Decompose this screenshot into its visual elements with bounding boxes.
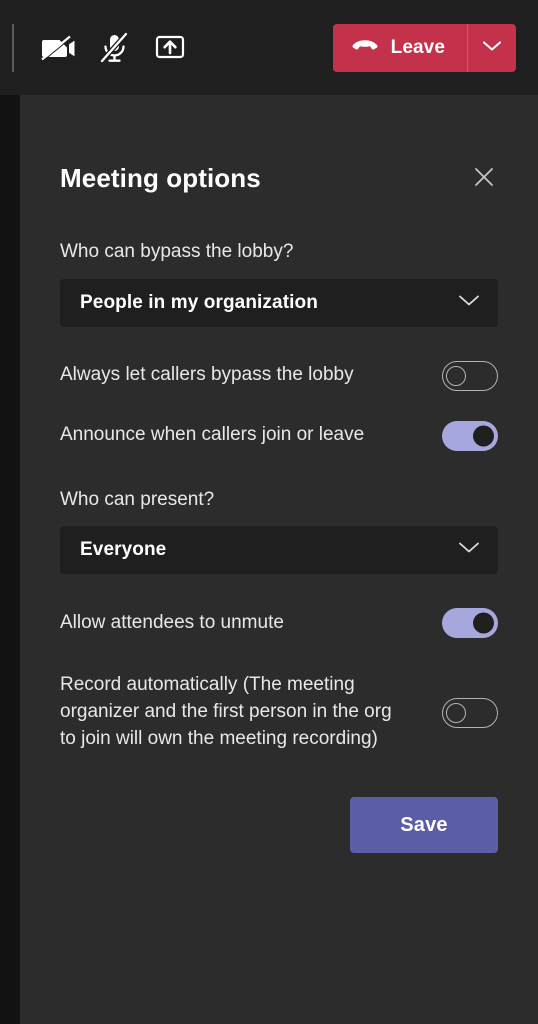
meeting-options-panel: Meeting options Who can bypass the lobby…: [20, 95, 538, 1024]
teams-meeting-window: Leave Meeting options Who can bypass the…: [0, 0, 538, 1024]
toggle-knob: [473, 612, 494, 634]
hangup-icon: [352, 39, 378, 56]
allow-unmute-label: Allow attendees to unmute: [60, 611, 284, 633]
always-bypass-row: Always let callers bypass the lobby: [60, 360, 498, 391]
chevron-down-icon: [482, 40, 502, 55]
bypass-lobby-group: Who can bypass the lobby? People in my o…: [60, 239, 498, 327]
mic-off-icon: [97, 31, 131, 64]
always-bypass-label: Always let callers bypass the lobby: [60, 364, 354, 386]
close-panel-button[interactable]: [466, 160, 502, 196]
chevron-down-icon: [458, 294, 480, 312]
bypass-lobby-label: Who can bypass the lobby?: [60, 241, 294, 262]
bypass-lobby-select[interactable]: People in my organization: [60, 278, 498, 327]
camera-toggle-button[interactable]: [30, 20, 86, 76]
who-can-present-group: Who can present? Everyone: [60, 487, 498, 575]
meeting-options-form: Who can bypass the lobby? People in my o…: [60, 196, 498, 854]
panel-header: Meeting options: [60, 95, 498, 196]
leave-button-label: Leave: [390, 37, 445, 58]
chevron-down-icon: [458, 541, 480, 559]
call-control-toolbar: Leave: [0, 0, 538, 95]
share-screen-button[interactable]: [142, 20, 198, 76]
save-button[interactable]: Save: [350, 797, 498, 854]
left-rail: [0, 95, 20, 1024]
toggle-knob: [446, 365, 466, 386]
allow-unmute-toggle[interactable]: [442, 608, 498, 639]
toggle-knob: [473, 425, 494, 447]
panel-footer: Save: [60, 797, 498, 854]
record-automatically-toggle[interactable]: [442, 697, 498, 728]
record-automatically-label: Record automatically (The meeting organi…: [60, 674, 392, 750]
who-can-present-label: Who can present?: [60, 488, 215, 510]
mic-toggle-button[interactable]: [86, 20, 142, 76]
camera-off-icon: [39, 33, 77, 63]
announce-callers-toggle[interactable]: [442, 420, 498, 451]
record-automatically-row: Record automatically (The meeting organi…: [60, 672, 498, 753]
close-icon: [473, 166, 495, 191]
announce-callers-row: Announce when callers join or leave: [60, 420, 498, 451]
page-title: Meeting options: [60, 162, 261, 193]
leave-button[interactable]: Leave: [332, 23, 467, 72]
bypass-lobby-value: People in my organization: [80, 291, 318, 313]
leave-options-button[interactable]: [468, 23, 516, 72]
allow-unmute-row: Allow attendees to unmute: [60, 608, 498, 639]
who-can-present-select[interactable]: Everyone: [60, 526, 498, 575]
always-bypass-toggle[interactable]: [442, 360, 498, 391]
toggle-knob: [446, 702, 466, 723]
share-screen-icon: [154, 33, 186, 63]
who-can-present-value: Everyone: [80, 539, 167, 561]
leave-button-group: Leave: [332, 23, 516, 72]
announce-callers-label: Announce when callers join or leave: [60, 424, 365, 446]
toolbar-divider: [12, 23, 14, 72]
